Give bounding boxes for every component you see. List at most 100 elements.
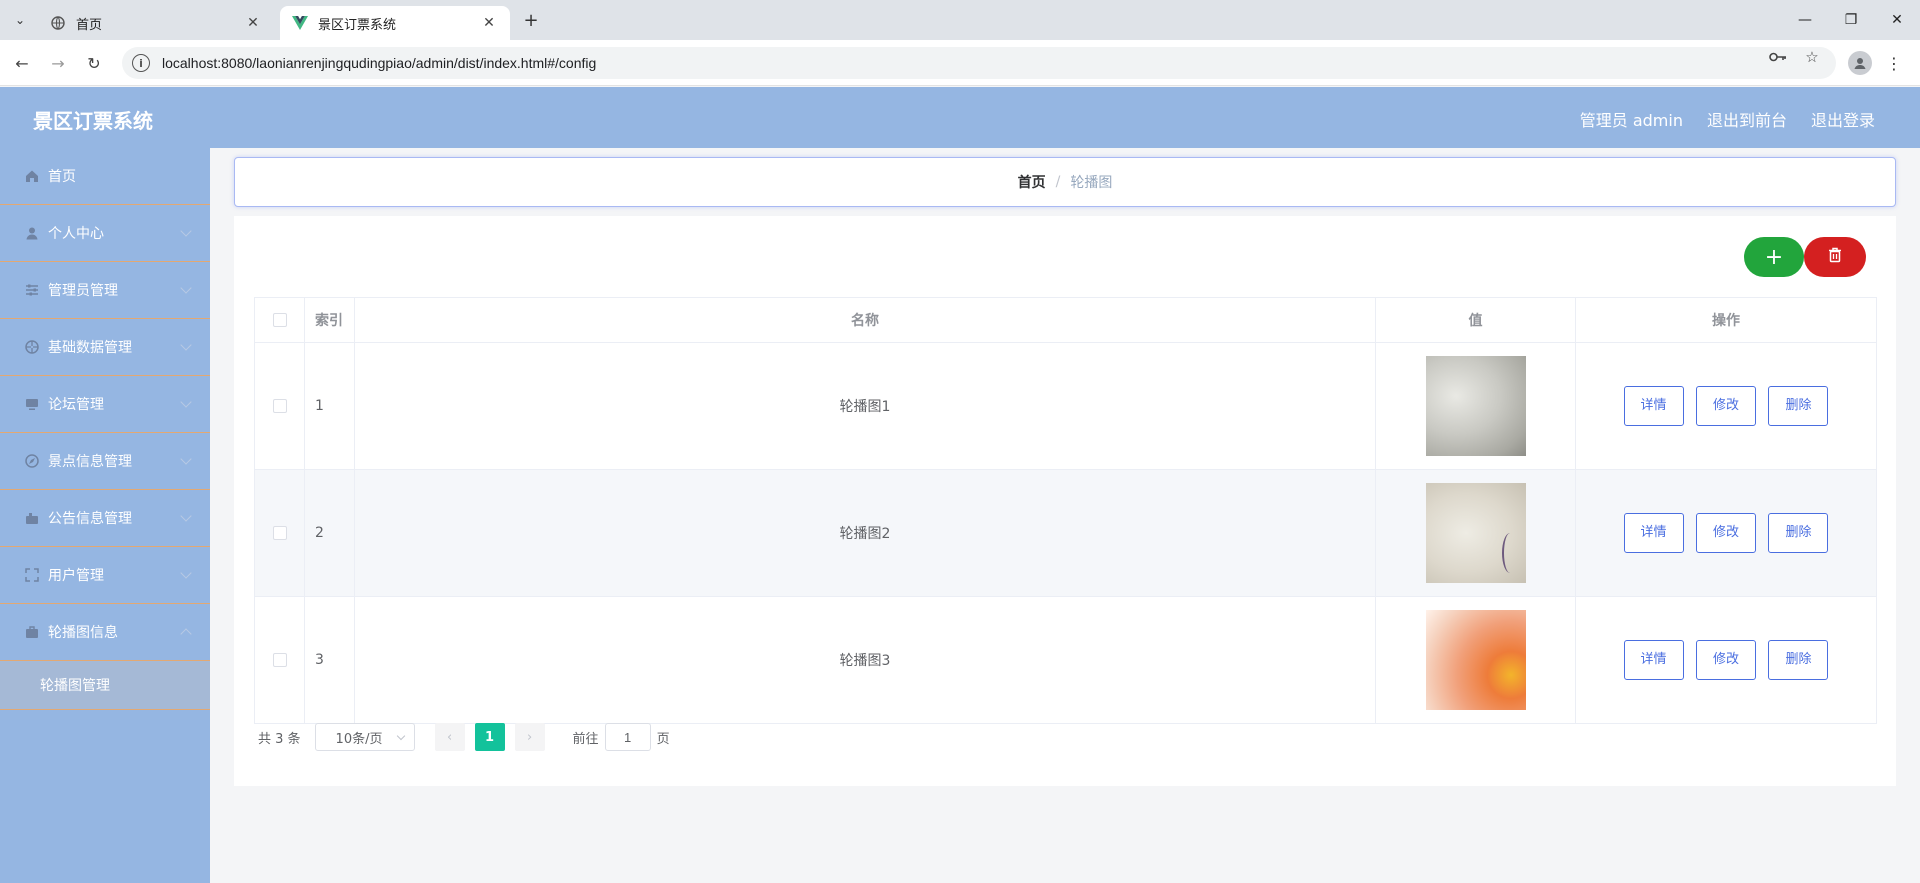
sidebar-menu: 首页 个人中心 管理员管理 基础数据管理 论坛管理 景点信息管理 公告信息管理 … xyxy=(0,148,210,883)
browser-menu-icon[interactable]: ⋮ xyxy=(1884,52,1904,74)
row-name: 轮播图3 xyxy=(354,596,1376,724)
sidebar-subitem-carousel-management[interactable]: 轮播图管理 xyxy=(0,661,210,710)
edit-button[interactable]: 修改 xyxy=(1696,386,1756,426)
breadcrumb-home[interactable]: 首页 xyxy=(1018,172,1046,192)
row-value-cell xyxy=(1375,342,1576,470)
back-button[interactable]: ← xyxy=(8,49,36,77)
chevron-left-icon: ‹ xyxy=(446,729,453,745)
restore-button[interactable]: ❐ xyxy=(1828,0,1874,40)
vue-logo-icon xyxy=(292,15,308,31)
chevron-down-icon xyxy=(180,567,192,579)
row-index: 3 xyxy=(304,596,355,724)
table-header-row: 索引 名称 值 操作 xyxy=(254,297,1877,343)
restore-icon: ❐ xyxy=(1844,12,1858,28)
delete-button[interactable]: 删除 xyxy=(1768,513,1829,553)
sidebar-item-scenic-spots[interactable]: 景点信息管理 xyxy=(0,433,210,490)
minimize-button[interactable]: — xyxy=(1782,0,1828,40)
row-checkbox[interactable] xyxy=(272,526,287,540)
table-row: 2 轮播图2 详情 修改 删除 xyxy=(254,469,1877,597)
profile-avatar-icon[interactable] xyxy=(1848,51,1872,75)
edit-button[interactable]: 修改 xyxy=(1696,513,1756,553)
row-index: 1 xyxy=(304,342,355,470)
detail-button[interactable]: 详情 xyxy=(1623,386,1684,426)
chevron-down-icon xyxy=(396,731,405,741)
logout-link[interactable]: 退出登录 xyxy=(1811,107,1875,131)
app-header: 景区订票系统 管理员 admin 退出到前台 退出登录 xyxy=(0,87,1920,148)
close-icon[interactable]: ✕ xyxy=(480,14,498,32)
sliders-icon xyxy=(24,282,40,298)
column-header-name: 名称 xyxy=(354,297,1376,343)
select-all-checkbox[interactable] xyxy=(272,313,287,327)
sidebar-item-announcements[interactable]: 公告信息管理 xyxy=(0,490,210,547)
tab-search-button[interactable]: ⌄ xyxy=(8,8,32,32)
column-header-actions: 操作 xyxy=(1575,297,1877,343)
column-header-index: 索引 xyxy=(304,297,355,343)
carousel-image-thumbnail xyxy=(1425,610,1526,710)
row-actions-cell: 详情 修改 删除 xyxy=(1575,596,1877,724)
row-checkbox[interactable] xyxy=(272,399,287,413)
table-row: 3 轮播图3 详情 修改 删除 xyxy=(254,596,1877,724)
password-key-icon[interactable] xyxy=(1768,47,1788,67)
row-name: 轮播图2 xyxy=(354,469,1376,597)
close-icon[interactable]: ✕ xyxy=(244,14,262,32)
delete-button[interactable]: 删除 xyxy=(1768,640,1829,680)
chevron-right-icon: › xyxy=(526,729,533,745)
sidebar-subitem-label: 轮播图管理 xyxy=(40,678,110,694)
site-info-icon[interactable]: i xyxy=(132,54,150,72)
sidebar-item-personal-center[interactable]: 个人中心 xyxy=(0,205,210,262)
page-unit-label: 页 xyxy=(656,731,670,747)
briefcase-icon xyxy=(24,624,40,640)
browser-tab-active[interactable]: 景区订票系统 ✕ xyxy=(280,6,510,40)
arrow-left-icon: ← xyxy=(15,53,29,73)
row-checkbox[interactable] xyxy=(272,653,287,667)
sidebar-item-carousel[interactable]: 轮播图信息 xyxy=(0,604,210,661)
goto-page-input[interactable] xyxy=(604,723,651,751)
pagination-total: 共 3 条 xyxy=(258,731,301,747)
sidebar-item-home[interactable]: 首页 xyxy=(0,148,210,205)
chevron-down-icon xyxy=(180,282,192,294)
browser-toolbar: ← → ↻ i localhost:8080/laonianrenjingqud… xyxy=(0,40,1920,86)
row-index: 2 xyxy=(304,469,355,597)
sidebar-item-label: 首页 xyxy=(48,169,76,185)
chevron-down-icon xyxy=(180,339,192,351)
row-actions-cell: 详情 修改 删除 xyxy=(1575,342,1877,470)
page-size-select[interactable]: 10条/页 xyxy=(314,723,415,751)
sidebar-item-users[interactable]: 用户管理 xyxy=(0,547,210,604)
bookmark-star-icon[interactable]: ☆ xyxy=(1802,47,1822,67)
detail-button[interactable]: 详情 xyxy=(1623,640,1684,680)
prev-page-button[interactable]: ‹ xyxy=(434,723,465,751)
forward-button[interactable]: → xyxy=(44,49,72,77)
admin-user-label: 管理员 admin xyxy=(1579,111,1683,130)
url-text[interactable]: localhost:8080/laonianrenjingqudingpiao/… xyxy=(162,55,596,71)
minimize-icon: — xyxy=(1798,12,1812,28)
carousel-list-card: + 索引 名称 值 操作 1 轮播图1 详情 修改 删除 2 轮播图2 详情 修… xyxy=(234,216,1896,786)
delete-button[interactable]: 删除 xyxy=(1768,386,1829,426)
new-tab-button[interactable]: + xyxy=(520,9,542,31)
tab-title: 首页 xyxy=(76,17,103,33)
aperture-icon xyxy=(24,339,40,355)
close-icon: ✕ xyxy=(1891,12,1903,28)
sidebar-item-label: 基础数据管理 xyxy=(48,340,132,356)
suitcase-icon xyxy=(24,510,40,526)
browser-tab-home[interactable]: 首页 ✕ xyxy=(38,6,274,40)
detail-button[interactable]: 详情 xyxy=(1623,513,1684,553)
column-header-value: 值 xyxy=(1375,297,1576,343)
address-bar[interactable]: i localhost:8080/laonianrenjingqudingpia… xyxy=(122,47,1836,79)
sidebar-item-base-data[interactable]: 基础数据管理 xyxy=(0,319,210,376)
exit-to-frontend-link[interactable]: 退出到前台 xyxy=(1707,107,1787,131)
next-page-button[interactable]: › xyxy=(514,723,545,751)
sidebar-item-label: 公告信息管理 xyxy=(48,511,132,527)
sidebar-item-admin-management[interactable]: 管理员管理 xyxy=(0,262,210,319)
reload-button[interactable]: ↻ xyxy=(80,49,108,77)
chevron-down-icon xyxy=(180,453,192,465)
batch-delete-button[interactable] xyxy=(1804,237,1866,277)
header-actions: 管理员 admin 退出到前台 退出登录 xyxy=(1580,107,1875,131)
close-window-button[interactable]: ✕ xyxy=(1874,0,1920,40)
plus-icon: + xyxy=(1764,244,1784,270)
sidebar-item-forum[interactable]: 论坛管理 xyxy=(0,376,210,433)
edit-button[interactable]: 修改 xyxy=(1696,640,1756,680)
sidebar-item-label: 景点信息管理 xyxy=(48,454,132,470)
chevron-up-icon xyxy=(180,628,192,640)
add-button[interactable]: + xyxy=(1744,237,1804,277)
page-number-current[interactable]: 1 xyxy=(474,723,505,751)
